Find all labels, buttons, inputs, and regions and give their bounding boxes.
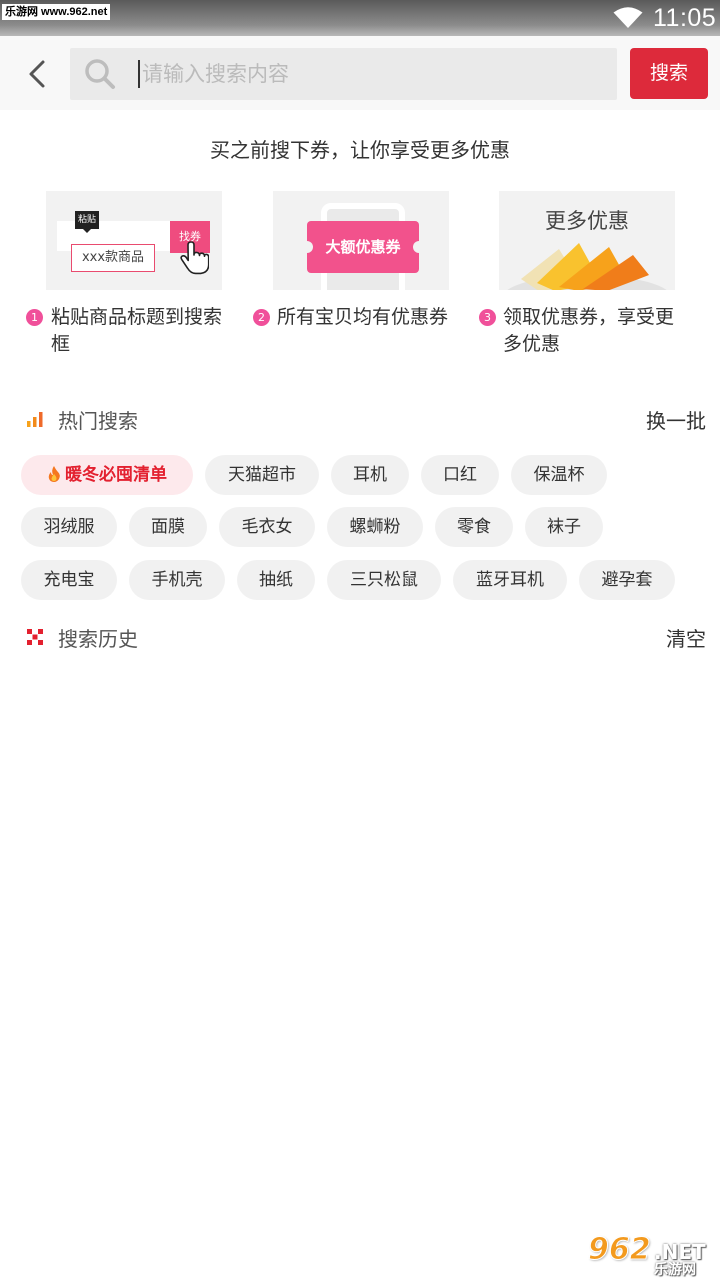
watermark-number: 962: [588, 1232, 652, 1268]
hot-tag[interactable]: 蓝牙耳机: [453, 560, 567, 600]
history-title: 搜索历史: [58, 627, 138, 651]
clear-history-button[interactable]: 清空: [666, 623, 706, 652]
step1-line1: 粘贴商品标题到搜索: [51, 306, 223, 328]
hot-tag[interactable]: 抽纸: [237, 560, 315, 600]
step2-text: 所有宝贝均有优惠券: [277, 304, 448, 331]
step3-line2: 多优惠: [503, 333, 561, 355]
hot-tag[interactable]: 避孕套: [579, 560, 675, 600]
hot-tag[interactable]: 保温杯: [511, 455, 607, 495]
hot-tag[interactable]: 口红: [421, 455, 499, 495]
refresh-button[interactable]: 换一批: [646, 405, 706, 434]
paste-tag: 粘贴: [75, 211, 99, 233]
back-icon[interactable]: [20, 54, 56, 94]
hot-tag[interactable]: 耳机: [331, 455, 409, 495]
search-input[interactable]: [142, 48, 602, 100]
hot-tag[interactable]: 充电宝: [21, 560, 117, 600]
signal-bars-icon: [27, 412, 43, 427]
hot-tag[interactable]: 零食: [435, 507, 513, 547]
watermark-cn: 乐游网: [654, 1262, 696, 1278]
search-header: 搜索: [0, 36, 720, 110]
hot-tag[interactable]: 面膜: [129, 507, 207, 547]
watermark-label: 乐游网 www.962.net: [2, 4, 111, 20]
step2-line1: 所有宝贝均有优惠券: [277, 306, 449, 328]
site-watermark: 962 .NET 乐游网: [584, 1232, 714, 1279]
hot-search-title: 热门搜索: [58, 409, 138, 433]
status-bar: 乐游网 www.962.net 11:05: [0, 0, 720, 36]
step3-number: 3: [479, 309, 496, 326]
text-cursor: [138, 60, 140, 88]
step1-line2: 框: [51, 333, 71, 355]
hot-tag[interactable]: 毛衣女: [219, 507, 315, 547]
step3-text: 领取优惠券，享受更 多优惠: [503, 304, 674, 358]
step3-line1: 领取优惠券，享受更: [503, 306, 675, 328]
status-clock: 11:05: [653, 4, 717, 32]
hot-tag[interactable]: 手机壳: [129, 560, 225, 600]
hot-tag[interactable]: 螺蛳粉: [327, 507, 423, 547]
tag-label: 暖冬必囤清单: [65, 465, 167, 485]
hot-tag[interactable]: 羽绒服: [21, 507, 117, 547]
tickets-illustration: [507, 243, 667, 290]
step1-text: 粘贴商品标题到搜索 框: [51, 304, 222, 358]
step2-number: 2: [253, 309, 270, 326]
step3-illustration: 更多优惠: [499, 191, 675, 290]
hot-search-header: 热门搜索 换一批: [26, 404, 706, 434]
fire-icon: [48, 466, 60, 482]
wifi-icon: [613, 7, 643, 28]
history-icon: [27, 629, 43, 645]
history-header: 搜索历史 清空: [26, 622, 706, 652]
coupon-illustration: 大额优惠券: [301, 221, 425, 273]
step2-illustration: 大额优惠券: [273, 191, 449, 290]
search-box[interactable]: [70, 48, 617, 100]
hot-tag-featured[interactable]: 暖冬必囤清单: [21, 455, 193, 495]
step1-number: 1: [26, 309, 43, 326]
intro-title: 买之前搜下券，让你享受更多优惠: [210, 138, 510, 162]
hot-tag[interactable]: 天猫超市: [205, 455, 319, 495]
hot-tag[interactable]: 三只松鼠: [327, 560, 441, 600]
hot-tag[interactable]: 袜子: [525, 507, 603, 547]
hand-pointer-icon: [180, 241, 209, 275]
more-discount-title: 更多优惠: [545, 209, 629, 233]
search-button[interactable]: 搜索: [630, 48, 708, 99]
search-icon: [85, 59, 115, 89]
step1-illustration: 粘贴 找券 xxx款商品: [46, 191, 222, 290]
item-label-illustration: xxx款商品: [71, 244, 155, 272]
